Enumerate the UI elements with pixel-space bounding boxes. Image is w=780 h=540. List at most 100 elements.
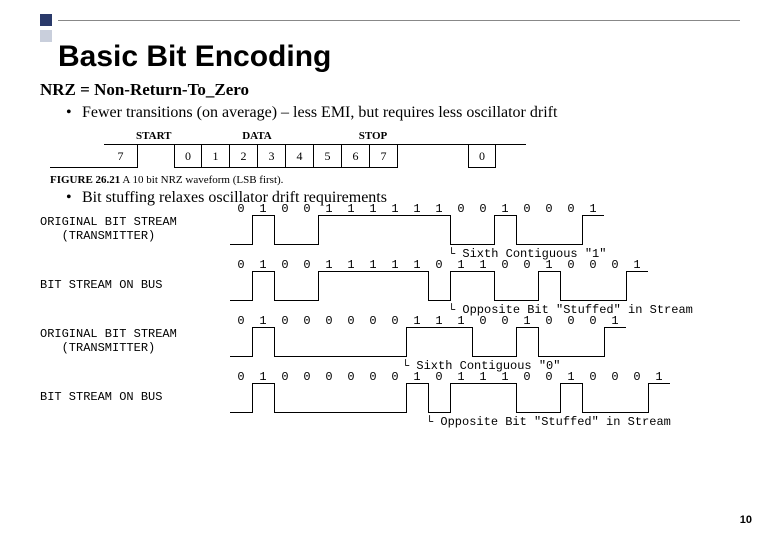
waveform-low — [230, 412, 252, 413]
bit-value: 0 — [230, 258, 252, 272]
bit-cell: 0 — [428, 271, 450, 301]
bit-cell: 0 — [538, 215, 560, 245]
figure-caption-text: A 10 bit NRZ waveform (LSB first). — [120, 174, 283, 186]
bit-cell: 1 — [252, 383, 274, 413]
bit-value: 0 — [538, 314, 560, 328]
waveform-low — [362, 356, 384, 357]
waveform-edge — [318, 271, 319, 301]
nrz-gap — [138, 144, 174, 145]
bit-value: 0 — [494, 258, 516, 272]
bit-cell: 0 — [604, 271, 626, 301]
waveform-low — [472, 356, 494, 357]
bit-value: 0 — [340, 370, 362, 384]
bit-value: 1 — [252, 370, 274, 384]
bit-value: 1 — [494, 370, 516, 384]
waveform-high — [252, 383, 274, 384]
bit-value: 0 — [626, 370, 648, 384]
nrz-heading: NRZ = Non-Return-To_Zero — [40, 80, 740, 100]
waveform-low — [560, 244, 582, 245]
waveform-low — [230, 244, 252, 245]
waveform-high — [494, 215, 516, 216]
bit-cell: 1 — [252, 327, 274, 357]
bit-cell: 1 — [362, 215, 384, 245]
bit-value: 1 — [384, 202, 406, 216]
waveform-low — [582, 356, 604, 357]
bit-value: 1 — [472, 258, 494, 272]
bit-value: 0 — [296, 370, 318, 384]
bit-cell: 1 — [384, 215, 406, 245]
bit-value: 1 — [516, 314, 538, 328]
waveform-low — [384, 356, 406, 357]
waveform-edge — [274, 383, 275, 413]
bit-cell: 1 — [538, 271, 560, 301]
bit-value: 0 — [384, 314, 406, 328]
waveform-edge — [450, 383, 451, 413]
annotation-marker: └ — [426, 415, 440, 429]
bit-value: 0 — [318, 314, 340, 328]
bit-cell: 0 — [230, 215, 252, 245]
waveform-low — [494, 300, 516, 301]
bit-cell: 0 — [472, 215, 494, 245]
waveform-edge — [494, 271, 495, 301]
bit-cell: 1 — [406, 215, 428, 245]
waveform-low — [274, 244, 296, 245]
bit-value: 1 — [472, 370, 494, 384]
waveform-edge — [252, 383, 253, 413]
waveform-edge — [626, 271, 627, 301]
bit-value: 1 — [648, 370, 670, 384]
bit-cell: 1 — [626, 271, 648, 301]
bit-cell: 0 — [274, 271, 296, 301]
waveform-low — [362, 412, 384, 413]
label-start: START — [136, 130, 176, 142]
waveform-low — [340, 412, 362, 413]
bitstream-row: BIT STREAM ON BUS 01000000101110010001 — [40, 383, 740, 413]
waveform-edge — [516, 327, 517, 357]
nrz-cell: 6 — [342, 144, 370, 168]
bit-cell: 1 — [472, 383, 494, 413]
waveform-high — [406, 215, 428, 216]
bit-value: 0 — [494, 314, 516, 328]
bit-cell: 0 — [516, 271, 538, 301]
waveform-low — [274, 300, 296, 301]
waveform-low — [230, 300, 252, 301]
nrz-figure-cells: 7 0 1 2 3 4 5 6 7 0 — [50, 144, 740, 168]
bit-value: 0 — [516, 258, 538, 272]
waveform-low — [296, 356, 318, 357]
waveform-low — [274, 356, 296, 357]
annotation: └ Opposite Bit "Stuffed" in Stream — [426, 415, 740, 429]
waveform-low — [274, 412, 296, 413]
waveform-high — [362, 271, 384, 272]
waveform-high — [494, 383, 516, 384]
row-label-original: ORIGINAL BIT STREAM (TRANSMITTER) — [40, 216, 230, 244]
bit-value: 1 — [318, 202, 340, 216]
bit-value: 0 — [296, 202, 318, 216]
bit-cell: 0 — [230, 271, 252, 301]
bit-value: 1 — [340, 258, 362, 272]
bit-cell: 0 — [274, 383, 296, 413]
bit-cell: 0 — [494, 271, 516, 301]
bit-cell: 0 — [516, 383, 538, 413]
bit-value: 0 — [230, 202, 252, 216]
row-label-original: ORIGINAL BIT STREAM (TRANSMITTER) — [40, 328, 230, 356]
waveform-high — [252, 327, 274, 328]
nrz-figure-labels: START DATA STOP — [136, 130, 740, 142]
bit-value: 1 — [252, 202, 274, 216]
bit-cell: 1 — [494, 383, 516, 413]
nrz-cell: 1 — [202, 144, 230, 168]
waveform-edge — [604, 327, 605, 357]
bitstream-row: BIT STREAM ON BUS 0100111110110010001 — [40, 271, 740, 301]
bit-value: 0 — [296, 314, 318, 328]
bit-value: 1 — [582, 202, 604, 216]
bit-cell: 0 — [384, 383, 406, 413]
waveform-edge — [472, 327, 473, 357]
bit-cell: 1 — [428, 215, 450, 245]
bit-value: 0 — [230, 314, 252, 328]
waveform-edge — [406, 383, 407, 413]
nrz-figure: START DATA STOP 7 0 1 2 3 4 5 6 7 0 — [50, 130, 740, 168]
waveform-high — [472, 383, 494, 384]
waveform-high — [384, 215, 406, 216]
waveform-low — [516, 412, 538, 413]
nrz-cell: 7 — [104, 144, 138, 168]
bit-cell: 1 — [604, 327, 626, 357]
waveform-low — [384, 412, 406, 413]
